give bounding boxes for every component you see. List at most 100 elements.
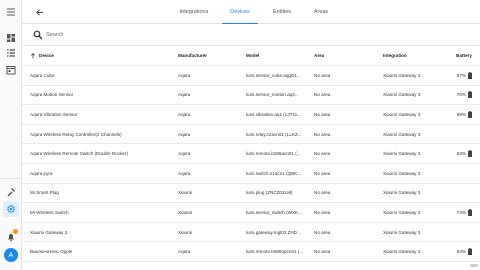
table-row[interactable]: Aqara Vibration Sensor Aqara lumi.vibratio… — [22, 105, 480, 125]
battery-icon — [468, 150, 472, 158]
table-row[interactable]: Mi Smart Plug Xiaomi lumi.plug (ZNCZ02LM) N… — [22, 184, 480, 204]
sort-up-icon — [30, 52, 36, 58]
table-row[interactable]: Aqara Cube Aqara lumi.sensor_cube.aqgl01..… — [22, 66, 480, 86]
battery-icon — [468, 71, 472, 79]
cell-battery: 67% — [442, 66, 472, 85]
battery-value: 73% — [456, 209, 466, 215]
cell-area: No area — [314, 170, 331, 176]
cell-area: No area — [314, 131, 331, 137]
column-header-device-label: Device — [39, 53, 54, 58]
cell-model: lumi.remote.b686opcn01 (... — [246, 249, 304, 255]
bell-icon[interactable] — [3, 229, 19, 245]
dashboard-icon[interactable] — [3, 30, 19, 46]
tab-integrations[interactable]: Integrations — [172, 0, 216, 24]
calendar-icon[interactable] — [3, 62, 19, 78]
back-arrow-icon-glyph — [35, 8, 43, 16]
battery-icon — [468, 110, 472, 118]
cell-device: Aqara pyra — [30, 170, 53, 176]
scroll-indicator — [470, 264, 478, 267]
column-header-device[interactable]: Device — [30, 46, 178, 65]
cell-area: No area — [314, 190, 331, 196]
battery-icon — [468, 91, 472, 99]
cell-manufacturer: Xiaomi — [178, 209, 193, 215]
table-row[interactable]: Выключатель Opple Aqara lumi.remote.b686op… — [22, 242, 480, 262]
cell-manufacturer: Aqara — [178, 131, 191, 137]
tab-entities[interactable]: Entities — [266, 0, 298, 24]
menu-icon[interactable] — [3, 4, 19, 20]
table-row[interactable]: Aqara Motion Sensor Aqara lumi.sensor_moti… — [22, 86, 480, 106]
table-header: Device Manufacturer Model Area Integrati… — [22, 46, 480, 66]
cell-manufacturer: Aqara — [178, 170, 191, 176]
cell-model: lumi.remote.b286acn01 (... — [246, 151, 301, 157]
cell-manufacturer: Aqara — [178, 92, 191, 98]
column-header-area[interactable]: Area — [314, 46, 382, 65]
cell-manufacturer: Aqara — [178, 151, 191, 157]
cell-model: lumi.gateway.mgl03 ZND... — [246, 229, 301, 235]
cell-model: lumi.sensor_switch (WXK... — [246, 209, 302, 215]
cell-battery — [442, 164, 472, 183]
cell-battery — [442, 223, 472, 242]
devices-table: Device Manufacturer Model Area Integrati… — [22, 46, 480, 262]
cell-manufacturer: Aqara — [178, 111, 191, 117]
search-input[interactable] — [46, 28, 466, 42]
cell-area: No area — [314, 249, 331, 255]
cell-area: No area — [314, 151, 331, 157]
cell-area: No area — [314, 229, 331, 235]
table-row[interactable]: Mi Wireless Switch Xiaomi lumi.sensor_swit… — [22, 203, 480, 223]
cell-model: lumi.plug (ZNCZ02LM) — [246, 190, 293, 196]
cell-battery — [442, 125, 472, 144]
cell-device: Mi Wireless Switch — [30, 209, 69, 215]
table-body: Aqara Cube Aqara lumi.sensor_cube.aqgl01..… — [22, 66, 480, 262]
battery-value: 53% — [456, 151, 466, 157]
cell-device: Mi Smart Plug — [30, 190, 59, 196]
column-header-battery[interactable]: Battery — [442, 46, 472, 65]
gear-icon[interactable] — [3, 201, 19, 217]
cell-model: lumi.sensor_cube.aqgl01... — [246, 72, 301, 78]
cell-battery: 73% — [442, 203, 472, 222]
cell-battery: 53% — [442, 144, 472, 163]
table-row[interactable]: Aqara pyra Aqara lumi.switch.n1acn1 (QBK..… — [22, 164, 480, 184]
list-icon[interactable] — [3, 45, 19, 61]
search-icon — [33, 30, 43, 40]
table-row[interactable]: Aqara Wireless Remote Switch (Double Roc… — [22, 144, 480, 164]
cell-device: Выключатель Opple — [30, 249, 73, 255]
battery-icon — [468, 208, 472, 216]
battery-value: 69% — [456, 111, 466, 117]
tab-areas[interactable]: Areas — [308, 0, 334, 24]
dashboard-icon-glyph — [7, 34, 15, 42]
avatar[interactable]: A — [4, 248, 18, 262]
gear-icon-glyph — [7, 205, 15, 213]
hammer-icon-glyph — [7, 188, 15, 197]
table-row[interactable]: Aqara Wireless Relay Controller(2 Channe… — [22, 125, 480, 145]
cell-device: Aqara Vibration Sensor — [30, 111, 78, 117]
calendar-icon-glyph — [6, 66, 16, 75]
cell-battery: 84% — [442, 242, 472, 261]
table-row[interactable]: Xiaomi Gateway 3 Xiaomi lumi.gateway.mgl03… — [22, 223, 480, 243]
top-bar: Integrations Devices Entities Areas — [22, 0, 480, 24]
cell-manufacturer: Xiaomi — [178, 229, 193, 235]
cell-model: lumi.sensor_motion.aq2... — [246, 92, 299, 98]
cell-device: Aqara Wireless Remote Switch (Double Roc… — [30, 151, 129, 157]
cell-device: Aqara Cube — [30, 72, 55, 78]
cell-model: lumi.switch.n1acn1 (QBK... — [246, 170, 302, 176]
cell-area: No area — [314, 111, 331, 117]
column-header-model[interactable]: Model — [246, 46, 312, 65]
cell-device: Aqara Wireless Relay Controller(2 Channe… — [30, 131, 122, 137]
cell-battery: 70% — [442, 86, 472, 105]
menu-icon-glyph — [7, 8, 15, 16]
battery-value: 70% — [456, 92, 466, 98]
cell-area: No area — [314, 72, 331, 78]
column-header-manufacturer[interactable]: Manufacturer — [178, 46, 246, 65]
cell-area: No area — [314, 92, 331, 98]
tab-devices[interactable]: Devices — [222, 0, 258, 24]
cell-battery — [442, 184, 472, 203]
cell-battery: 69% — [442, 105, 472, 124]
hammer-icon[interactable] — [3, 184, 19, 200]
notification-badge — [13, 229, 18, 234]
cell-model: lumi.vibration.aq1 (LJT11... — [246, 111, 302, 117]
battery-value: 67% — [456, 72, 466, 78]
back-arrow-icon[interactable] — [32, 5, 46, 19]
sidebar-divider — [0, 178, 22, 179]
search-bar — [22, 24, 480, 46]
cell-manufacturer: Aqara — [178, 249, 191, 255]
